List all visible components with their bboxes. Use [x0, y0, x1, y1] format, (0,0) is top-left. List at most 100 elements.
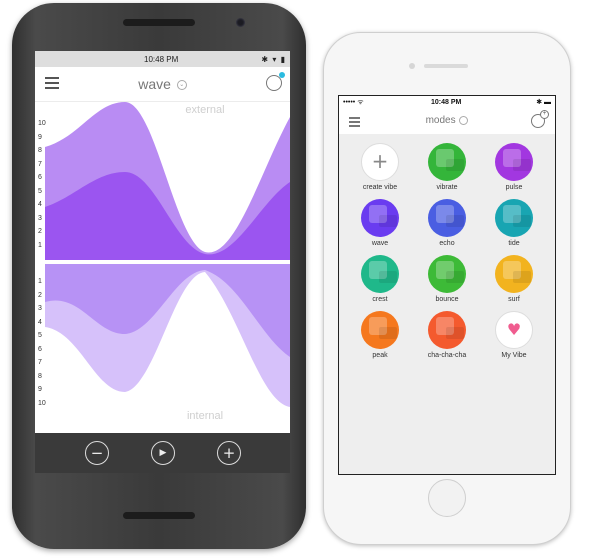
- mode-label: tide: [508, 240, 520, 247]
- plus-badge-icon: +: [540, 110, 549, 119]
- axis-tick-label: 10: [38, 120, 46, 127]
- peak-icon: [361, 311, 399, 349]
- axis-tick-label: 1: [38, 278, 42, 285]
- axis-tick-label: 1: [38, 241, 42, 249]
- axis-tick-label: 9: [38, 386, 42, 393]
- page-title[interactable]: modes: [339, 115, 555, 126]
- play-button[interactable]: ▶: [151, 441, 175, 465]
- axis-tick-label: 9: [38, 133, 42, 141]
- iphone-screen: ••••• ᯤ 10:48 PM ✱ ▬ modes + + create vib…: [338, 95, 556, 475]
- axis-tick-label: 10: [38, 399, 46, 407]
- notification-dot: [279, 72, 285, 78]
- home-button[interactable]: [428, 479, 466, 517]
- mode-create-vibe[interactable]: + create vibe: [347, 143, 413, 191]
- mode-label: echo: [439, 240, 455, 247]
- mode-wave[interactable]: wave: [347, 199, 413, 247]
- axis-tick-label: 6: [38, 174, 42, 181]
- cha-cha-cha-icon: [428, 311, 466, 349]
- icon-shadow: [379, 327, 397, 339]
- axis-tick-label: 2: [38, 228, 42, 235]
- axis-tick-label: 5: [38, 332, 42, 339]
- axis-tick-label: 3: [38, 305, 42, 312]
- plus-button[interactable]: +: [217, 441, 241, 465]
- top-speaker: [123, 19, 195, 26]
- axis-tick-label: 7: [38, 359, 42, 366]
- mode-tide[interactable]: tide: [481, 199, 547, 247]
- plus-glyph: +: [371, 149, 389, 173]
- mode-label: crest: [372, 296, 388, 303]
- profile-icon[interactable]: [266, 72, 285, 91]
- center-divider: [35, 260, 290, 264]
- mode-cha-cha-cha[interactable]: cha-cha-cha: [414, 311, 480, 359]
- mode-label: wave: [371, 240, 389, 247]
- chevron-down-icon: [459, 115, 469, 125]
- playback-controls: − ▶ +: [35, 433, 290, 473]
- axis-tick-label: 8: [38, 147, 42, 154]
- page-title[interactable]: wave ⌄: [35, 76, 290, 92]
- heart-glyph: ♥: [506, 320, 522, 339]
- mode-label: bounce: [435, 296, 459, 303]
- mode-my-vibe[interactable]: ♥ My Vibe: [481, 311, 547, 359]
- icon-shadow: [513, 271, 531, 283]
- mode-label: pulse: [505, 184, 523, 191]
- mode-bounce[interactable]: bounce: [414, 255, 480, 303]
- icon-shadow: [513, 159, 531, 171]
- wave-icon: [361, 199, 399, 237]
- mode-peak[interactable]: peak: [347, 311, 413, 359]
- bottom-speaker: [123, 512, 195, 519]
- icon-shadow: [446, 159, 464, 171]
- signal-status: ••••• ᯤ: [343, 99, 364, 106]
- icon-shadow: [446, 327, 464, 339]
- mode-pulse[interactable]: pulse: [481, 143, 547, 191]
- icon-shadow: [379, 271, 397, 283]
- battery-status: ✱ ▬: [536, 99, 551, 106]
- icon-shadow: [379, 215, 397, 227]
- status-time: 10:48 PM: [431, 99, 462, 106]
- axis-tick-label: 7: [38, 160, 42, 168]
- status-icons: ✱ ▾ ▮: [261, 55, 286, 64]
- app-bar: wave ⌄: [35, 67, 290, 102]
- mode-vibrate[interactable]: vibrate: [414, 143, 480, 191]
- axis-tick-label: 3: [38, 214, 42, 222]
- axis-tick-label: 5: [38, 187, 42, 195]
- icon-shadow: [513, 215, 531, 227]
- wave-graph: [35, 102, 290, 407]
- axis-tick-label: 2: [38, 291, 42, 299]
- axis-tick-label: 8: [38, 372, 42, 380]
- add-profile-icon[interactable]: +: [531, 110, 549, 128]
- mode-label: surf: [508, 296, 520, 303]
- modes-grid: + create vibe vibrate pulse wave echo tide cres…: [339, 135, 555, 474]
- vibrate-icon: [428, 143, 466, 181]
- surf-icon: [495, 255, 533, 293]
- chevron-down-icon: ⌄: [176, 80, 187, 91]
- mode-surf[interactable]: surf: [481, 255, 547, 303]
- axis-tick-label: 6: [38, 345, 42, 353]
- external-label: external: [185, 104, 225, 116]
- icon-shadow: [446, 271, 464, 283]
- mode-label: create vibe: [362, 184, 398, 191]
- status-bar: ••••• ᯤ 10:48 PM ✱ ▬: [339, 96, 555, 108]
- mode-label: My Vibe: [501, 352, 527, 359]
- page-title-text: modes: [425, 115, 456, 126]
- plus-icon: +: [361, 143, 399, 181]
- page-title-text: wave: [138, 76, 171, 92]
- tide-icon: [495, 199, 533, 237]
- wave-visualizer[interactable]: external internal 10 9 8 7 6 5 4 3 2 1 1 2 3 4 5 6 7 8 9 1…: [35, 102, 290, 433]
- axis-tick-label: 4: [38, 201, 42, 208]
- mode-echo[interactable]: echo: [414, 199, 480, 247]
- minus-button[interactable]: −: [85, 441, 109, 465]
- front-camera: [409, 63, 415, 69]
- heart-icon: ♥: [495, 311, 533, 349]
- app-bar: modes +: [339, 108, 555, 135]
- icon-shadow: [446, 215, 464, 227]
- front-camera: [236, 18, 245, 27]
- internal-label: internal: [186, 410, 224, 422]
- iphone: ••••• ᯤ 10:48 PM ✱ ▬ modes + + create vib…: [323, 32, 571, 545]
- pulse-icon: [495, 143, 533, 181]
- mode-label: peak: [372, 352, 388, 359]
- status-bar: 10:48 PM ✱ ▾ ▮: [35, 51, 290, 67]
- mode-crest[interactable]: crest: [347, 255, 413, 303]
- mode-label: vibrate: [436, 184, 458, 191]
- crest-icon: [361, 255, 399, 293]
- mode-label: cha-cha-cha: [427, 352, 467, 359]
